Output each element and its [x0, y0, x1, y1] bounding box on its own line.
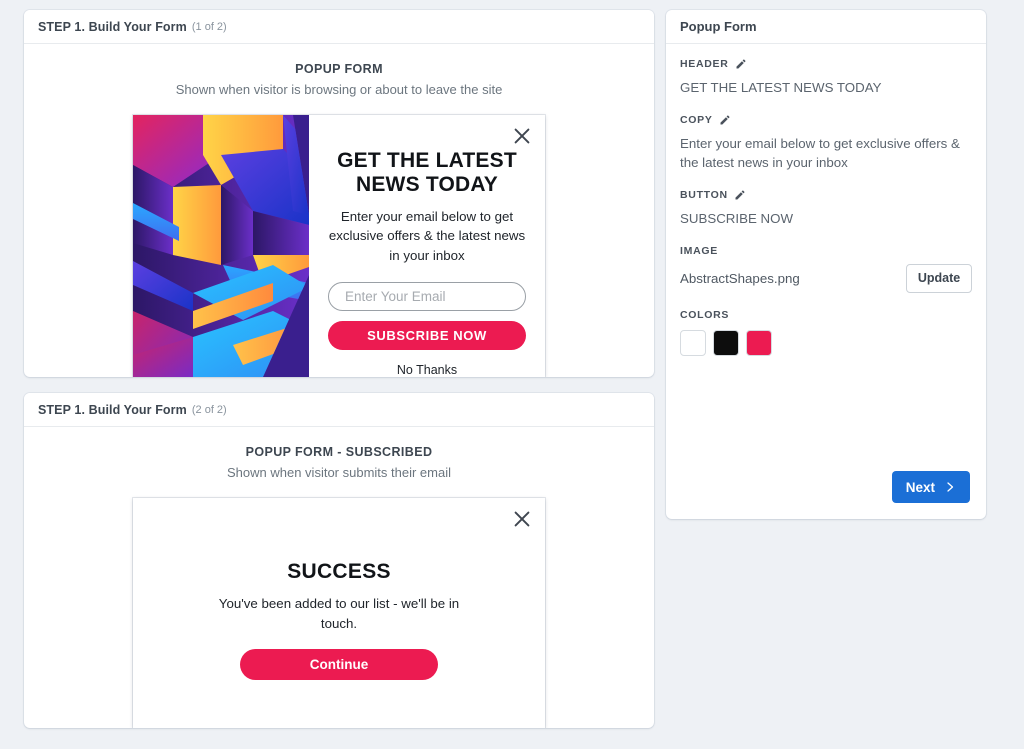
image-row: AbstractShapes.png Update [680, 263, 972, 293]
step-card-body-1: POPUP FORM Shown when visitor is browsin… [24, 44, 654, 377]
panel-footer: Next [666, 471, 986, 519]
step-count: (2 of 2) [191, 403, 227, 416]
abstract-shapes-image [133, 115, 309, 377]
success-preview-wrapper: SUCCESS You've been added to our list - … [34, 498, 644, 728]
chevron-right-icon [944, 481, 956, 493]
preview-subtitle: Shown when visitor is browsing or about … [175, 82, 503, 97]
field-header: HEADER GET THE LATEST NEWS TODAY [680, 58, 972, 98]
color-swatch-pink[interactable] [746, 329, 772, 356]
field-label-text: COLORS [680, 308, 730, 321]
field-button-value[interactable]: SUBSCRIBE NOW [680, 210, 972, 229]
color-swatches [680, 329, 972, 356]
settings-column: Popup Form HEADER GET THE LATEST NEWS TO… [666, 10, 986, 749]
email-input[interactable] [328, 281, 526, 312]
preview-title: POPUP FORM [295, 62, 383, 76]
close-icon[interactable] [511, 125, 533, 147]
popup-content: GET THE LATEST NEWS TODAY Enter your ema… [309, 115, 545, 377]
no-thanks-link[interactable]: No Thanks [397, 363, 457, 377]
field-button: BUTTON SUBSCRIBE NOW [680, 189, 972, 229]
color-swatch-black[interactable] [713, 329, 739, 356]
field-image: IMAGE AbstractShapes.png Update [680, 245, 972, 293]
step-card-popup-form: STEP 1. Build Your Form (1 of 2) POPUP F… [24, 10, 654, 377]
step-card-popup-subscribed: STEP 1. Build Your Form (2 of 2) POPUP F… [24, 393, 654, 728]
field-copy-label-row: COPY [680, 114, 972, 126]
popup-form-settings-panel: Popup Form HEADER GET THE LATEST NEWS TO… [666, 10, 986, 519]
step-card-header-2: STEP 1. Build Your Form (2 of 2) [24, 393, 654, 427]
field-label-text: HEADER [680, 58, 729, 70]
step-card-header-1: STEP 1. Build Your Form (1 of 2) [24, 10, 654, 44]
panel-title: Popup Form [666, 10, 986, 44]
preview-column: STEP 1. Build Your Form (1 of 2) POPUP F… [24, 10, 654, 749]
field-colors: COLORS [680, 309, 972, 356]
success-copy-text: You've been added to our list - we'll be… [218, 596, 460, 631]
preview-title: POPUP FORM - SUBSCRIBED [245, 445, 433, 459]
field-label-text: IMAGE [680, 244, 718, 257]
field-copy: COPY Enter your email below to get exclu… [680, 114, 972, 173]
app-root: STEP 1. Build Your Form (1 of 2) POPUP F… [0, 0, 1024, 749]
continue-button[interactable]: Continue [240, 649, 438, 681]
success-header-text: SUCCESS [287, 560, 391, 583]
field-label-text: COPY [680, 113, 713, 126]
close-icon[interactable] [511, 508, 533, 530]
next-button-label: Next [905, 479, 935, 495]
field-image-label-row: IMAGE [680, 245, 972, 257]
field-colors-label-row: COLORS [680, 309, 972, 321]
update-image-button[interactable]: Update [906, 263, 972, 293]
popup-copy-text: Enter your email below to get exclusive … [328, 209, 526, 263]
popup-form-preview: GET THE LATEST NEWS TODAY Enter your ema… [133, 115, 545, 377]
pencil-icon[interactable] [735, 58, 747, 70]
step-card-body-2: POPUP FORM - SUBSCRIBED Shown when visit… [24, 427, 654, 728]
color-swatch-white[interactable] [680, 329, 706, 356]
next-button[interactable]: Next [891, 471, 970, 503]
step-title: STEP 1. Build Your Form [38, 19, 187, 34]
popup-header-text: GET THE LATEST NEWS TODAY [337, 149, 517, 196]
preview-subtitle: Shown when visitor submits their email [227, 465, 451, 480]
field-label-text: BUTTON [680, 188, 728, 201]
panel-body: HEADER GET THE LATEST NEWS TODAY COPY En… [666, 44, 986, 471]
field-header-label-row: HEADER [680, 58, 972, 70]
image-filename: AbstractShapes.png [680, 270, 800, 286]
pencil-icon[interactable] [719, 114, 731, 126]
pencil-icon[interactable] [734, 189, 746, 201]
step-count: (1 of 2) [191, 20, 227, 33]
subscribe-now-button[interactable]: SUBSCRIBE NOW [328, 321, 526, 350]
field-header-value[interactable]: GET THE LATEST NEWS TODAY [680, 79, 972, 98]
step-title: STEP 1. Build Your Form [38, 402, 187, 417]
field-copy-value[interactable]: Enter your email below to get exclusive … [680, 135, 972, 173]
success-form-preview: SUCCESS You've been added to our list - … [133, 498, 545, 728]
popup-preview-wrapper: GET THE LATEST NEWS TODAY Enter your ema… [133, 115, 545, 377]
field-button-label-row: BUTTON [680, 189, 972, 201]
